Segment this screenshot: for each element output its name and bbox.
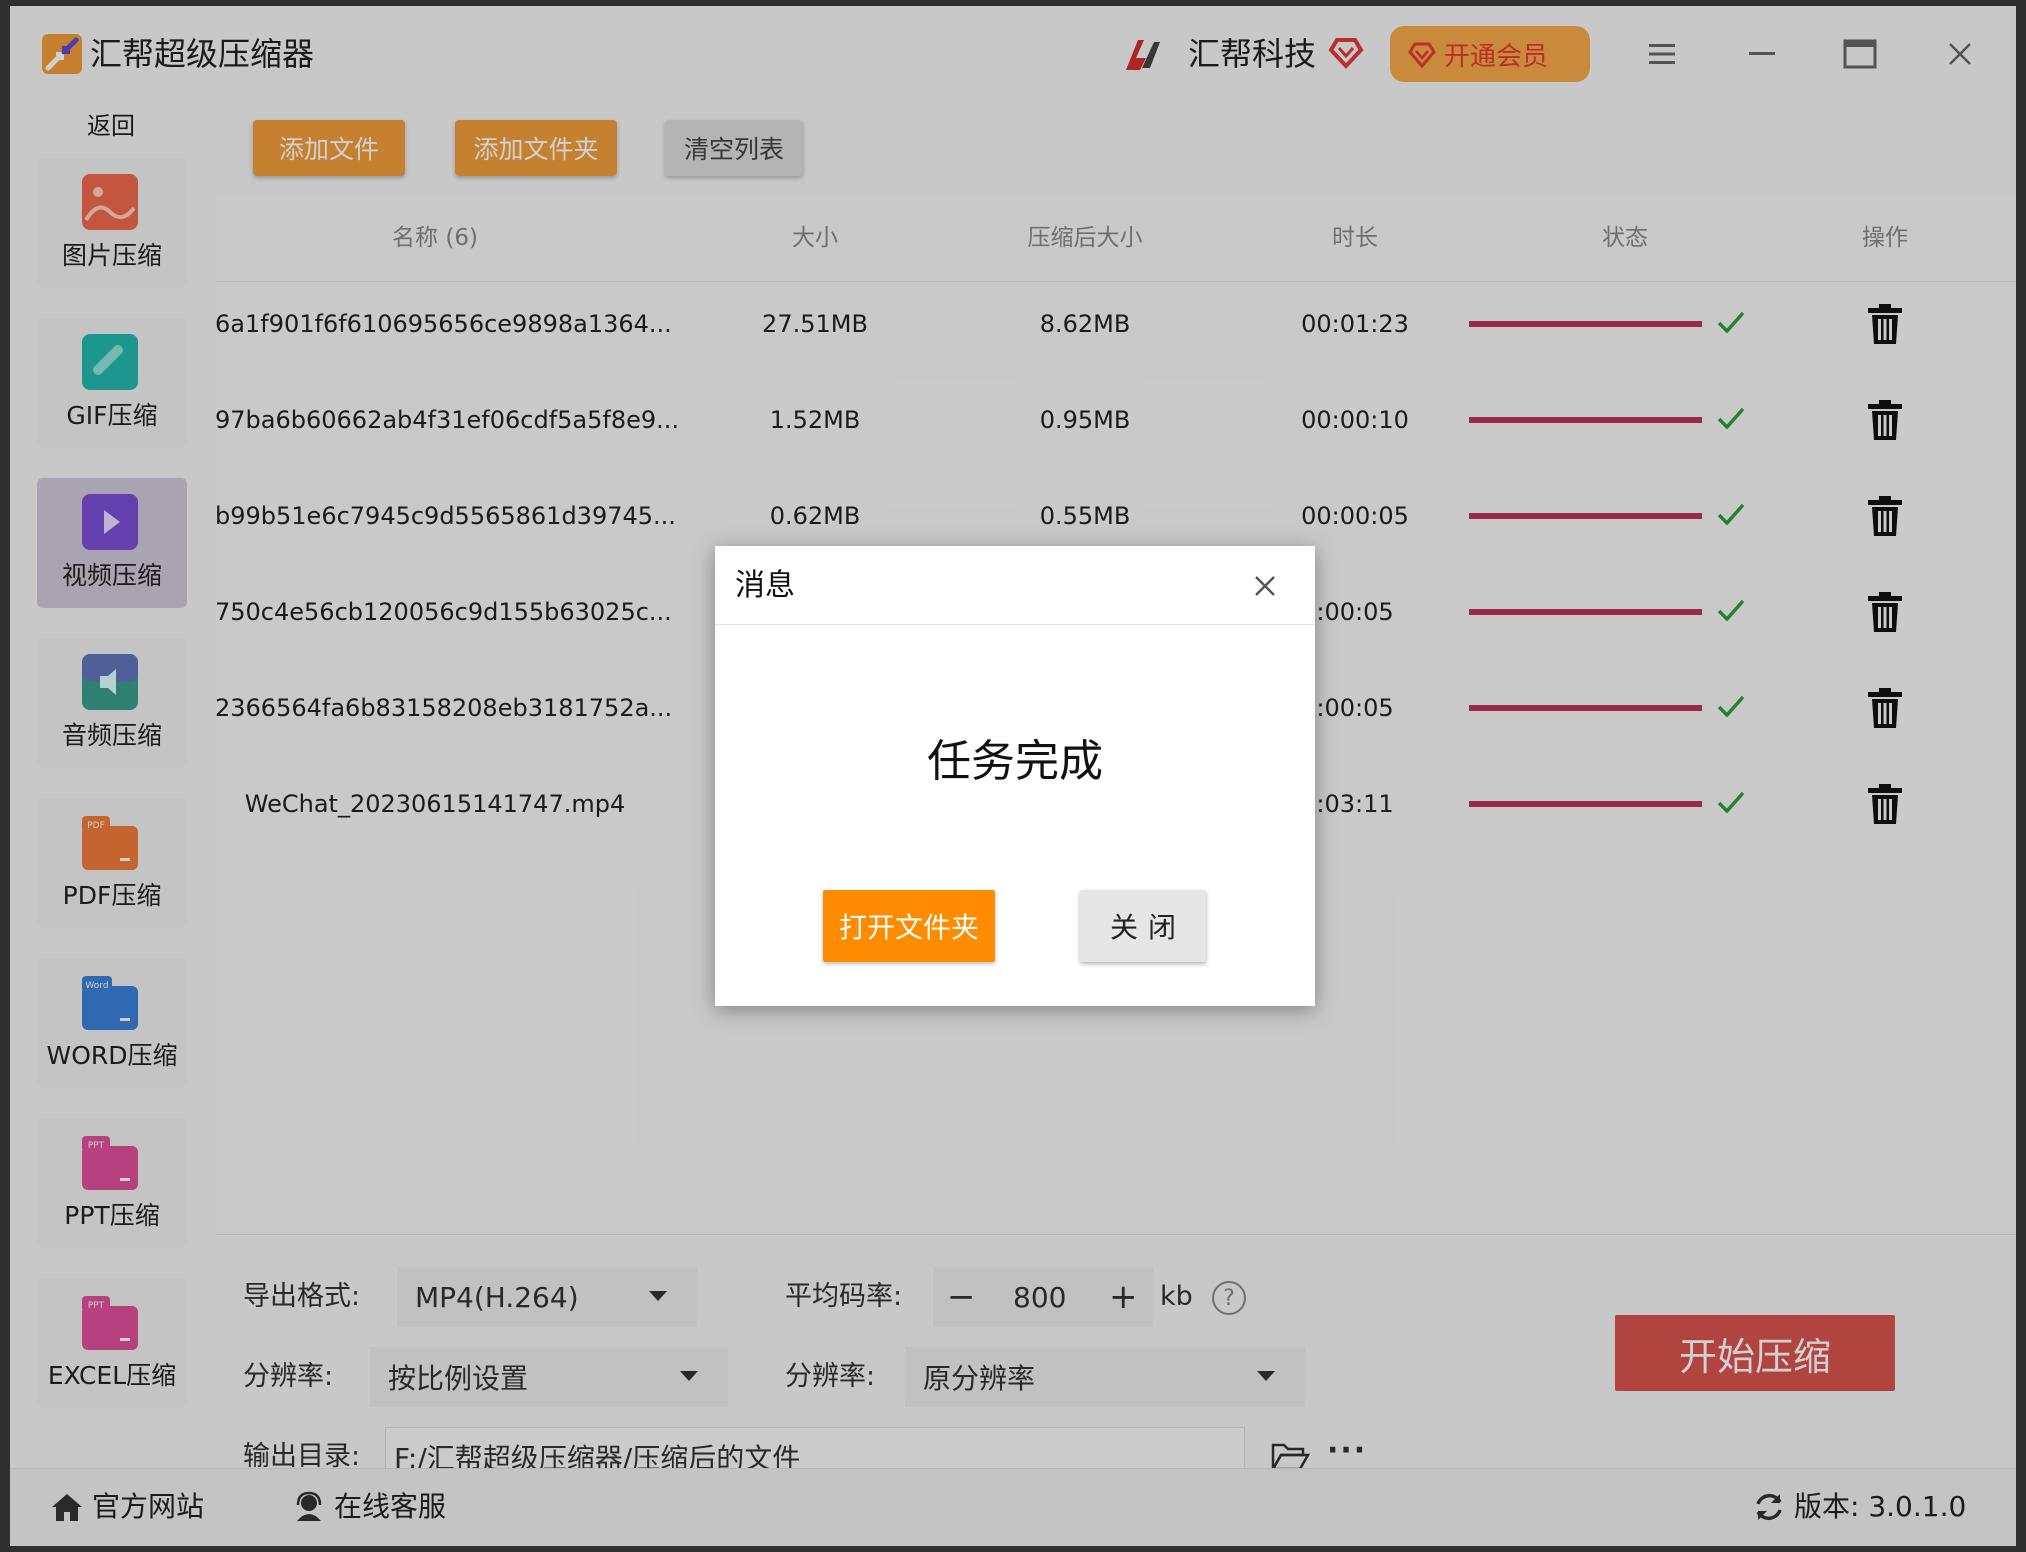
dialog-message: 任务完成 bbox=[927, 736, 1103, 787]
dialog-divider bbox=[715, 624, 1315, 625]
close-dialog-button[interactable]: 关闭 bbox=[1080, 890, 1206, 962]
close-icon bbox=[1255, 576, 1275, 596]
dialog-title: 消息 bbox=[735, 568, 795, 603]
dialog-close-button[interactable] bbox=[1245, 566, 1285, 606]
open-folder-button[interactable]: 打开文件夹 bbox=[823, 890, 995, 962]
message-dialog: 消息 任务完成 打开文件夹 关闭 bbox=[715, 546, 1315, 1006]
